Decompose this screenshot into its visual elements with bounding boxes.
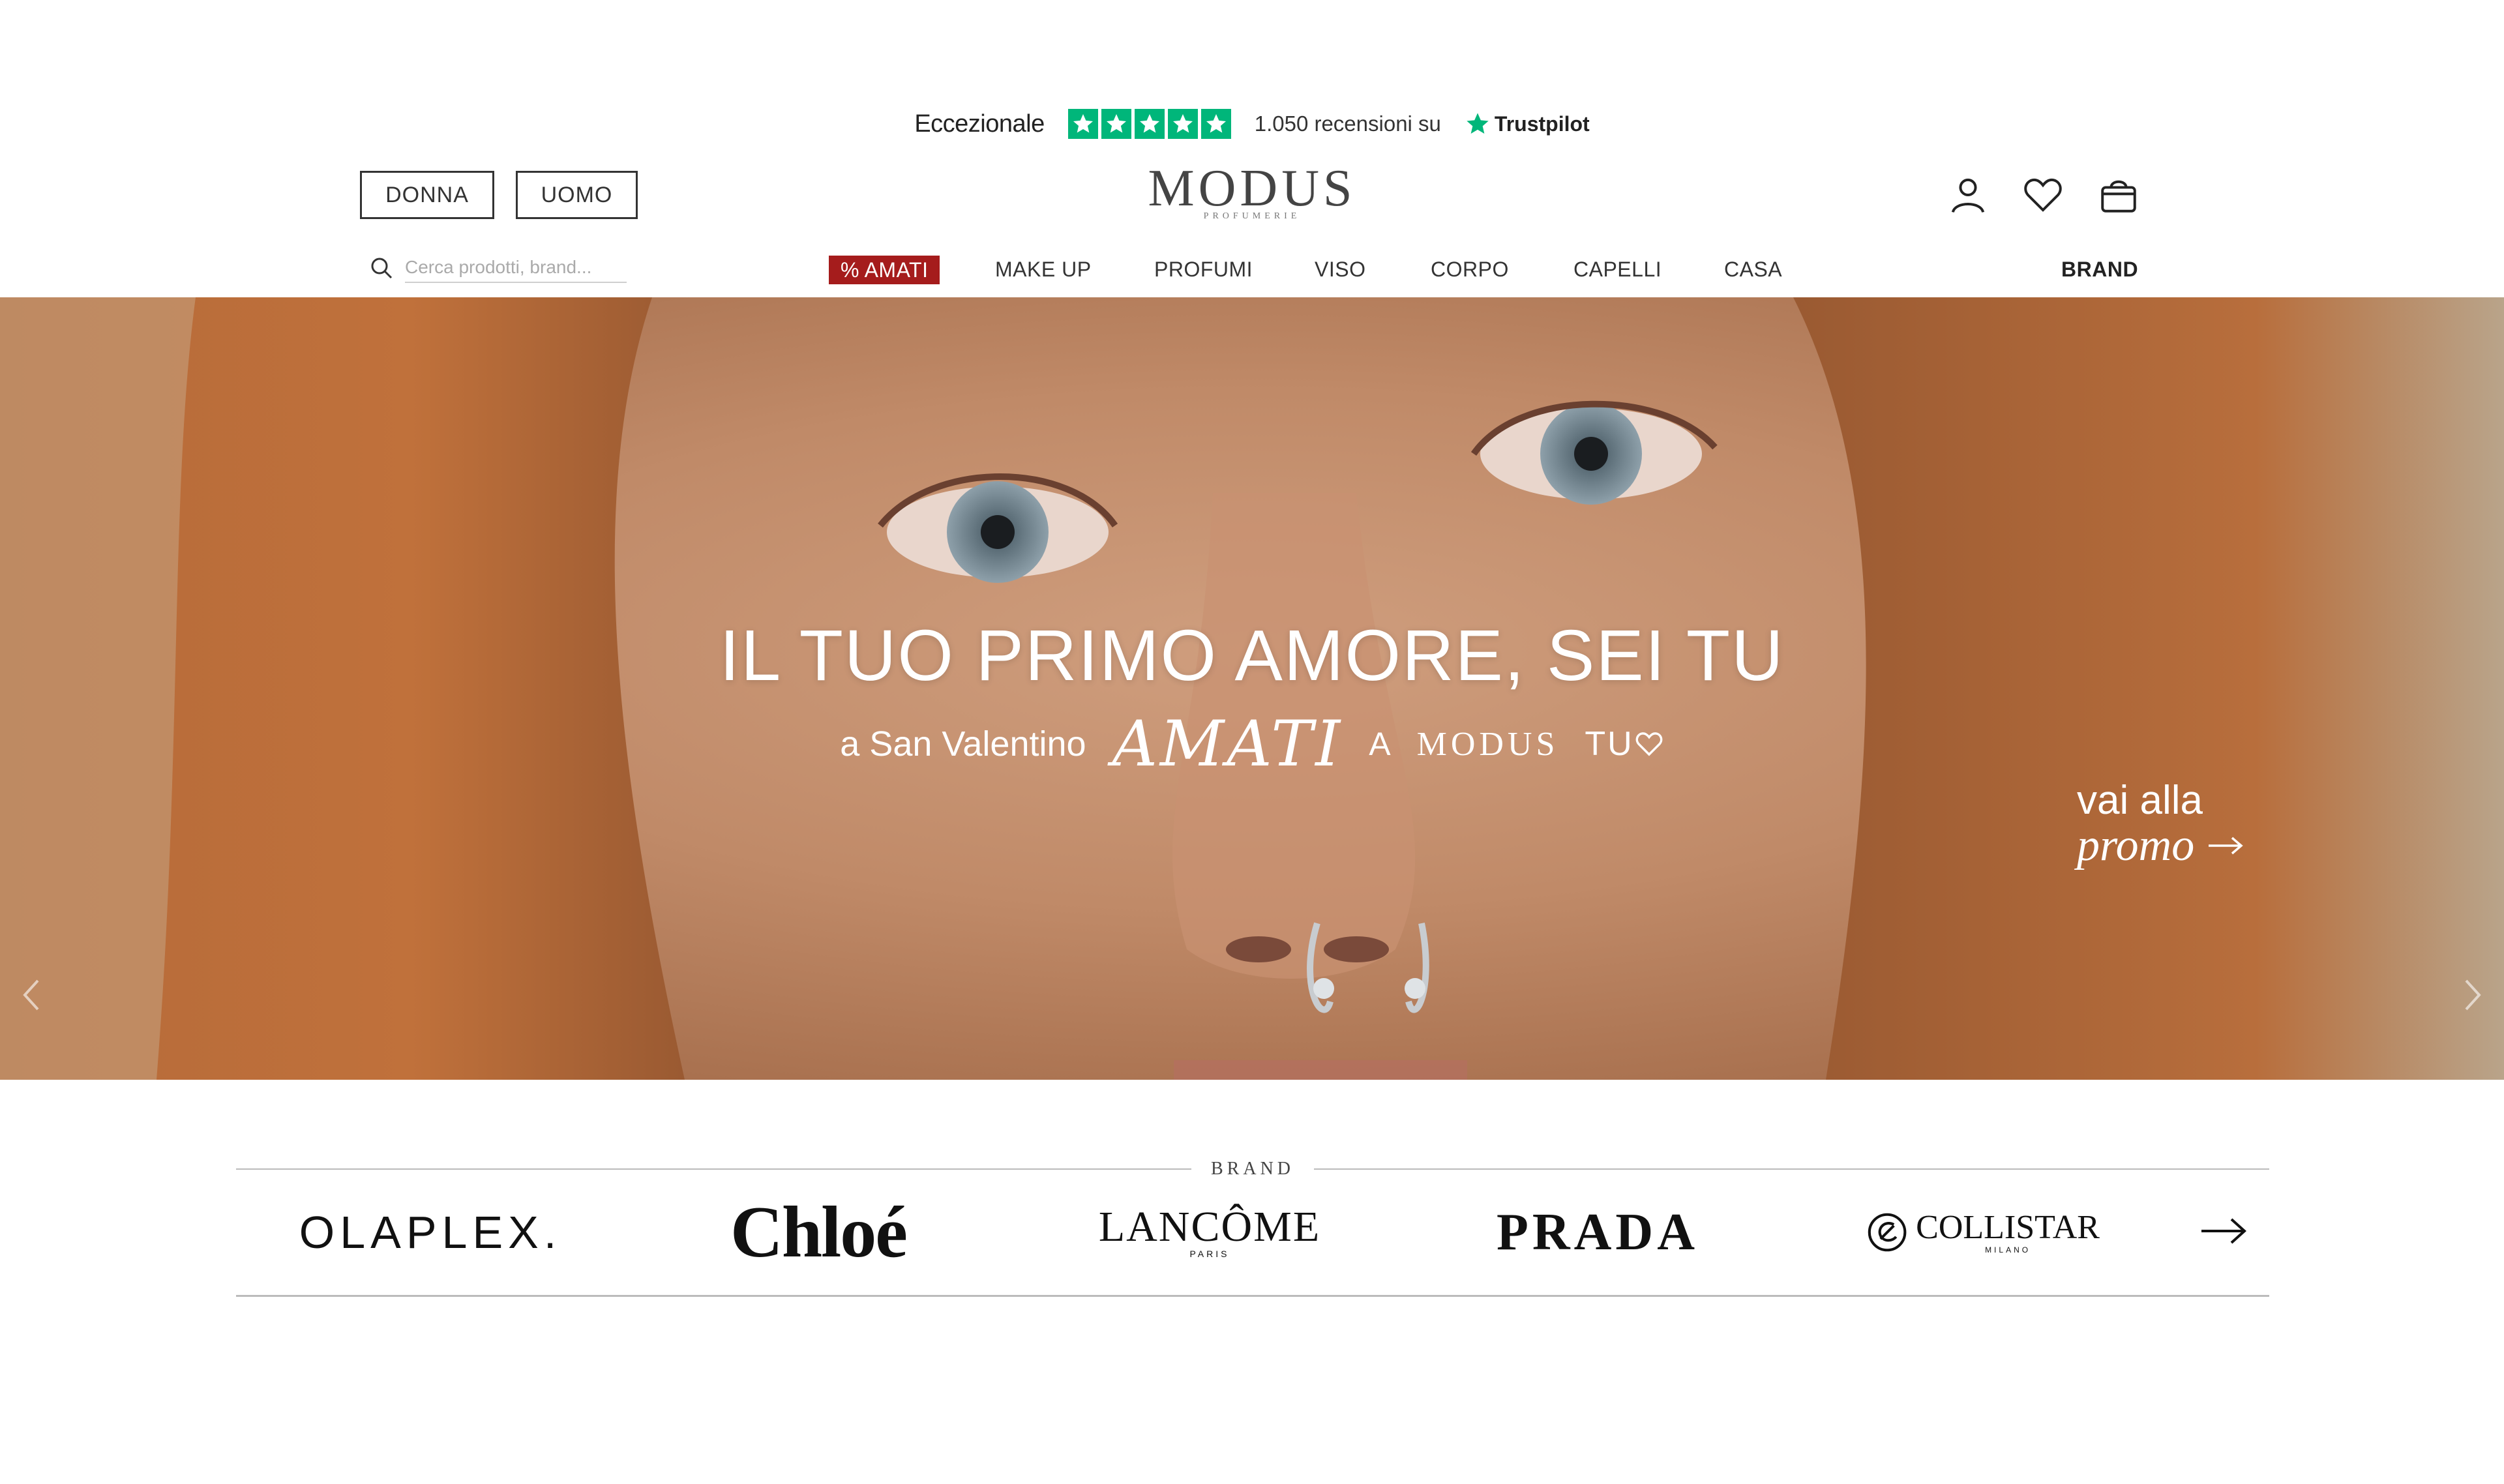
brand-logo-chloe[interactable]: Chloé: [701, 1192, 936, 1273]
brand-section-title: BRAND: [1211, 1159, 1295, 1179]
trustpilot-rating-label: Eccezionale: [914, 110, 1045, 138]
nav-item-corpo[interactable]: CORPO: [1431, 256, 1509, 283]
hero-cta-line1: vai alla: [2077, 778, 2203, 823]
nav-item-viso[interactable]: VISO: [1315, 256, 1365, 283]
uomo-button[interactable]: UOMO: [516, 171, 638, 219]
brand-logo-collistar[interactable]: COLLISTAR MILANO: [1865, 1200, 2100, 1265]
hero-prev-arrow-icon[interactable]: [20, 975, 46, 1015]
divider: [236, 1295, 2269, 1297]
star-icon: [1200, 109, 1231, 139]
hero-subtitle-modus: MODUS: [1416, 725, 1559, 763]
star-icon: [1067, 109, 1098, 139]
brand-logo-prada[interactable]: PRADA: [1474, 1200, 1722, 1265]
nav-item-amati[interactable]: % AMATI: [829, 256, 940, 284]
hero-title: IL TUO PRIMO AMORE, SEI TU: [719, 616, 1785, 696]
account-icon[interactable]: [1946, 173, 1990, 216]
divider: [1314, 1168, 2270, 1170]
heart-icon[interactable]: [2021, 173, 2064, 216]
collistar-wordmark: COLLISTAR: [1916, 1209, 2100, 1246]
lancome-wordmark: LANCÔME: [1098, 1203, 1321, 1251]
logo-main-text: MODUS: [1148, 160, 1356, 217]
hero-subtitle-a: A: [1369, 726, 1391, 762]
hero-cta-line2: promo: [2077, 820, 2195, 870]
star-icon: [1101, 109, 1131, 139]
heart-o-icon: [1635, 732, 1663, 756]
divider: [236, 1168, 1191, 1170]
collistar-wordmark-wrap: COLLISTAR MILANO: [1916, 1209, 2100, 1255]
search-icon: [371, 258, 393, 279]
hero-cta-line2-wrap: promo: [2077, 822, 2245, 869]
brand-logo-olaplex[interactable]: OLAPLEX.: [299, 1200, 557, 1265]
brand-carousel-next-icon[interactable]: [2198, 1211, 2250, 1251]
shopping-bag-icon[interactable]: [2097, 173, 2140, 216]
search-input[interactable]: [405, 253, 627, 283]
brand-section-header: BRAND: [236, 1159, 2270, 1179]
trustpilot-review-count: 1.050 recensioni su: [1254, 111, 1441, 136]
star-icon: [1167, 109, 1198, 139]
arrow-right-icon: [2209, 837, 2243, 855]
modus-logo[interactable]: MODUS PROFUMERIE: [1109, 162, 1395, 222]
hero-subtitle-tu: TU: [1585, 725, 1634, 763]
nav-item-capelli[interactable]: CAPELLI: [1573, 256, 1662, 283]
brand-logo-lancome[interactable]: LANCÔME PARIS: [1086, 1200, 1334, 1265]
donna-button[interactable]: DONNA: [360, 171, 494, 219]
trustpilot-bar[interactable]: Eccezionale 1.050 recensioni su Trustpil…: [0, 104, 2504, 143]
trustpilot-brand[interactable]: Trustpilot: [1465, 111, 1590, 137]
lancome-subtext: PARIS: [1189, 1249, 1230, 1259]
star-icon: [1134, 109, 1165, 139]
hero-subtitle: a San Valentino AMATI A MODUS TU: [0, 707, 2504, 780]
nav-item-brand[interactable]: BRAND: [2061, 256, 2138, 283]
nav-item-profumi[interactable]: PROFUMI: [1154, 256, 1253, 283]
trustpilot-stars: [1067, 109, 1231, 139]
hero-subtitle-prefix: a San Valentino: [840, 724, 1086, 764]
search-bar[interactable]: [368, 251, 627, 285]
nav-item-casa[interactable]: CASA: [1724, 256, 1782, 283]
hero-promo-link[interactable]: vai alla promo: [2077, 779, 2245, 869]
nav-item-make-up[interactable]: MAKE UP: [995, 256, 1092, 283]
hero-subtitle-tuo: TU: [1585, 724, 1663, 764]
collistar-subtext: MILANO: [1985, 1245, 2031, 1254]
trustpilot-star-icon: [1467, 113, 1489, 134]
hero-next-arrow-icon[interactable]: [2458, 975, 2484, 1015]
collistar-emblem-icon: [1868, 1213, 1907, 1252]
trustpilot-brand-label: Trustpilot: [1494, 111, 1590, 136]
hero-subtitle-amati: AMATI: [1112, 707, 1343, 780]
